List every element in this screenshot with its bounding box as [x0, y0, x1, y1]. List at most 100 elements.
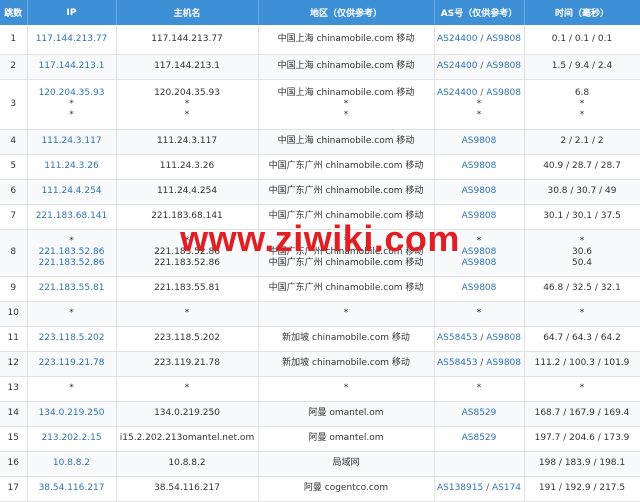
- as-link[interactable]: AS24400: [437, 61, 478, 71]
- ip-link[interactable]: 117.144.213.1: [30, 61, 114, 72]
- time-cell: 46.8 / 32.5 / 32.1: [524, 276, 640, 302]
- hostname-cell: 111.24.3.26: [116, 154, 259, 180]
- as-link[interactable]: AS9808: [462, 211, 497, 221]
- as-link[interactable]: AS9808: [462, 186, 497, 196]
- region-text: 中国广东广州 chinamobile.com 移动: [268, 247, 424, 257]
- hostname-cell: 111.24.3.117: [116, 129, 259, 155]
- ip-link[interactable]: 134.0.219.250: [30, 408, 114, 419]
- hostname-cell: 111.24.4.254: [116, 179, 259, 205]
- as-placeholder: *: [476, 383, 482, 393]
- ip-link[interactable]: 223.119.21.78: [30, 358, 114, 369]
- as-link[interactable]: AS9808: [486, 34, 521, 44]
- ip-link[interactable]: 221.183.52.86: [30, 258, 114, 269]
- hostname-text: 117.144.213.1: [154, 61, 220, 71]
- hop-number: 6: [10, 186, 17, 196]
- as-cell: [434, 451, 525, 477]
- table-row: 9 221.183.55.81 221.183.55.81 中国广东广州 chinam…: [0, 276, 640, 302]
- hostname-cell: 120.204.35.93 * *: [116, 79, 259, 130]
- region-text: 新加坡 chinamobile.com 移动: [282, 333, 410, 343]
- as-cell: AS9808: [434, 129, 525, 155]
- ip-placeholder: *: [69, 98, 74, 109]
- as-link[interactable]: AS8529: [462, 408, 497, 418]
- as-line: *: [437, 236, 522, 247]
- as-link[interactable]: AS174: [492, 483, 521, 493]
- region-text: *: [343, 98, 349, 109]
- ip-link[interactable]: 111.24.3.26: [30, 161, 114, 172]
- as-separator: /: [477, 333, 487, 343]
- as-link[interactable]: AS9808: [486, 358, 521, 368]
- hostname-text: 38.54.116.217: [154, 483, 220, 493]
- ip-link[interactable]: 111.24.3.117: [30, 136, 114, 147]
- region-text: 中国广东广州 chinamobile.com 移动: [268, 258, 424, 268]
- ip-cell: 111.24.3.117: [27, 129, 117, 155]
- hop-number: 14: [7, 408, 19, 418]
- as-cell: AS24400 / AS9808: [434, 54, 525, 80]
- as-link[interactable]: AS24400: [437, 34, 478, 44]
- time-text: 64.7 / 64.3 / 64.2: [543, 333, 621, 343]
- time-text: 30.1 / 30.1 / 37.5: [543, 211, 621, 221]
- hostname-cell: 223.119.21.78: [116, 351, 259, 377]
- as-link[interactable]: AS9808: [462, 258, 497, 268]
- as-link[interactable]: AS58453: [437, 333, 478, 343]
- as-line: AS9808: [437, 283, 522, 294]
- as-cell: * AS9808 AS9808: [434, 229, 525, 277]
- table-row: 1 117.144.213.77 117.144.213.77 中国上海 chinam…: [0, 25, 640, 55]
- ip-link[interactable]: 38.54.116.217: [30, 483, 114, 494]
- hop-cell: 1: [0, 25, 28, 55]
- ip-link[interactable]: 213.202.2.15: [30, 433, 114, 444]
- as-line: AS58453 / AS9808: [437, 333, 522, 344]
- table-row: 11 223.118.5.202 223.118.5.202 新加坡 chinamob…: [0, 326, 640, 352]
- hostname-text: 134.0.219.250: [154, 408, 220, 418]
- as-link[interactable]: AS9808: [486, 88, 521, 98]
- region-cell: 中国广东广州 chinamobile.com 移动: [258, 276, 435, 302]
- hostname-text: 221.183.68.141: [151, 211, 223, 221]
- as-link[interactable]: AS8529: [462, 433, 497, 443]
- table-row: 6 111.24.4.254 111.24.4.254 中国广东广州 chinamob…: [0, 179, 640, 205]
- time-cell: 64.7 / 64.3 / 64.2: [524, 326, 640, 352]
- table-row: 3 120.204.35.93 * * 120.204.35.93 * * 中国上海 chin…: [0, 79, 640, 130]
- header-region: 地区（仅供参考）: [258, 0, 435, 25]
- ip-link[interactable]: 221.183.68.141: [30, 211, 114, 222]
- as-link[interactable]: AS24400: [437, 88, 478, 98]
- hop-number: 17: [7, 483, 19, 493]
- as-cell: *: [434, 301, 525, 327]
- ip-link[interactable]: 111.24.4.254: [30, 186, 114, 197]
- region-cell: 中国上海 chinamobile.com 移动: [258, 129, 435, 155]
- hop-number: 9: [10, 283, 17, 293]
- as-link[interactable]: AS9808: [462, 136, 497, 146]
- ip-link[interactable]: 117.144.213.77: [30, 34, 114, 45]
- ip-placeholder: *: [69, 383, 74, 393]
- time-text: 2 / 2.1 / 2: [560, 136, 604, 146]
- time-text: *: [579, 98, 585, 109]
- as-link[interactable]: AS138915: [437, 483, 483, 493]
- region-text: 阿曼 omantel.om: [308, 408, 384, 418]
- as-placeholder: *: [476, 109, 482, 120]
- ip-cell: *: [27, 301, 117, 327]
- as-link[interactable]: AS9808: [462, 161, 497, 171]
- header-ip: IP: [27, 0, 117, 25]
- header-as-number: AS号（仅供参考）: [434, 0, 525, 25]
- ip-link[interactable]: 120.204.35.93: [30, 88, 114, 99]
- as-placeholder: *: [476, 98, 482, 109]
- hop-cell: 15: [0, 426, 28, 452]
- as-link[interactable]: AS9808: [462, 283, 497, 293]
- ip-link[interactable]: 223.118.5.202: [30, 333, 114, 344]
- time-cell: 2 / 2.1 / 2: [524, 129, 640, 155]
- hop-cell: 5: [0, 154, 28, 180]
- time-cell: 168.7 / 167.9 / 169.4: [524, 401, 640, 427]
- time-text: 197.7 / 204.6 / 173.9: [534, 433, 630, 443]
- as-link[interactable]: AS9808: [462, 247, 497, 257]
- ip-link[interactable]: 10.8.8.2: [30, 458, 114, 469]
- hostname-text: 223.118.5.202: [154, 333, 220, 343]
- table-row: 15 213.202.2.15 i15.2.202.213omantel.net.o…: [0, 426, 640, 452]
- as-link[interactable]: AS58453: [437, 358, 478, 368]
- as-link[interactable]: AS9808: [486, 333, 521, 343]
- as-link[interactable]: AS9808: [486, 61, 521, 71]
- hostname-cell: *: [116, 301, 259, 327]
- hop-cell: 8: [0, 229, 28, 277]
- ip-cell: 38.54.116.217: [27, 476, 117, 502]
- region-text: 中国上海 chinamobile.com 移动: [277, 136, 415, 146]
- ip-link[interactable]: 221.183.55.81: [30, 283, 114, 294]
- ip-cell: 213.202.2.15: [27, 426, 117, 452]
- ip-link[interactable]: 221.183.52.86: [30, 247, 114, 258]
